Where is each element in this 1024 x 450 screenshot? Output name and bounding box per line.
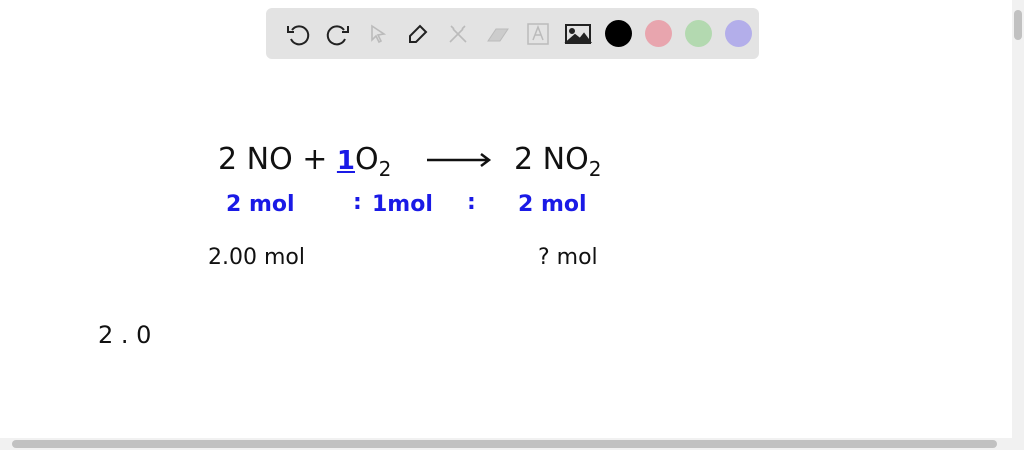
reaction-arrow bbox=[427, 153, 492, 167]
equation-product: 2 NO2 bbox=[514, 142, 601, 181]
ratio-no2: 2 mol bbox=[518, 192, 587, 217]
scrollbar-thumb[interactable] bbox=[1014, 10, 1022, 40]
unknown-moles: ? mol bbox=[538, 245, 598, 270]
ratio-no: 2 mol bbox=[226, 192, 295, 217]
work-in-progress: 2 . 0 bbox=[98, 321, 152, 349]
ratio-colon: : bbox=[353, 190, 362, 215]
tools-icon[interactable] bbox=[438, 14, 478, 54]
equation-coefficient: 1 bbox=[336, 146, 355, 176]
color-black[interactable] bbox=[604, 20, 632, 47]
equation-oxygen: O bbox=[355, 142, 379, 177]
text-icon[interactable] bbox=[518, 14, 558, 54]
subscript: 2 bbox=[378, 157, 392, 181]
ratio-o2: 1mol bbox=[372, 192, 433, 217]
subscript: 2 bbox=[588, 157, 602, 181]
chemical-equation: 2 NO + 1O2 bbox=[218, 142, 391, 181]
equation-product-no2: 2 NO bbox=[514, 142, 589, 177]
select-icon[interactable] bbox=[358, 14, 398, 54]
redo-icon[interactable] bbox=[318, 14, 358, 54]
eraser-icon[interactable] bbox=[478, 14, 518, 54]
equation-reactant-no: 2 NO + bbox=[218, 142, 328, 177]
scrollbar-thumb[interactable] bbox=[12, 440, 997, 448]
horizontal-scrollbar[interactable] bbox=[0, 438, 1024, 450]
undo-icon[interactable] bbox=[278, 14, 318, 54]
given-moles: 2.00 mol bbox=[208, 245, 305, 270]
color-pink[interactable] bbox=[644, 20, 672, 47]
color-green[interactable] bbox=[684, 20, 712, 47]
image-icon[interactable] bbox=[558, 14, 598, 54]
drawing-toolbar bbox=[266, 8, 759, 59]
vertical-scrollbar[interactable] bbox=[1012, 0, 1024, 438]
ratio-colon: : bbox=[467, 190, 476, 215]
color-purple[interactable] bbox=[724, 20, 752, 47]
pen-icon[interactable] bbox=[398, 14, 438, 54]
